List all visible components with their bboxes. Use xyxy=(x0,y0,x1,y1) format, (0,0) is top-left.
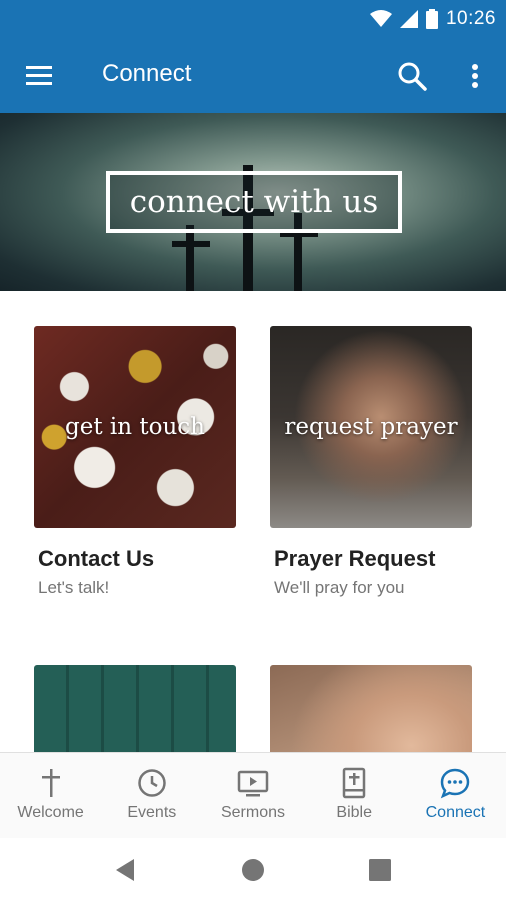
card-tile[interactable] xyxy=(270,665,472,752)
prayer-request-card[interactable]: request prayer Prayer Request We'll pray… xyxy=(270,326,480,606)
card-image xyxy=(270,665,472,752)
status-icons: 10:26 xyxy=(369,7,496,31)
nav-label: Bible xyxy=(336,804,372,821)
clock-icon xyxy=(138,769,166,797)
nav-item-connect[interactable]: Connect xyxy=(405,753,506,838)
nav-label: Sermons xyxy=(220,804,286,821)
page-title: Connect xyxy=(102,60,192,87)
card-image: request prayer xyxy=(270,326,472,528)
screen: 10:26 Connect connect with us get in tou… xyxy=(0,0,506,900)
video-icon xyxy=(237,770,269,797)
status-bar: 10:26 xyxy=(0,0,506,38)
card-image-text: request prayer xyxy=(284,414,458,440)
nav-label: Connect xyxy=(425,804,486,821)
chat-icon xyxy=(441,768,470,799)
status-time: 10:26 xyxy=(445,8,496,29)
home-icon[interactable] xyxy=(239,856,267,884)
nav-label: Events xyxy=(127,804,177,821)
bible-icon xyxy=(342,767,366,799)
card-image-text: get in touch xyxy=(65,414,205,440)
card-image xyxy=(34,665,236,752)
nav-label: Welcome xyxy=(17,804,84,821)
system-navigation-bar xyxy=(0,838,506,900)
contact-us-card[interactable]: get in touch Contact Us Let's talk! xyxy=(34,326,244,606)
more-vert-icon xyxy=(472,64,478,88)
recents-icon[interactable] xyxy=(366,856,394,884)
hamburger-icon xyxy=(26,66,52,85)
hero-banner-frame: connect with us xyxy=(106,171,402,233)
wifi-icon xyxy=(369,10,392,27)
card-subtitle: We'll pray for you xyxy=(274,578,405,597)
hero-title: connect with us xyxy=(129,184,379,220)
card-subtitle: Let's talk! xyxy=(38,578,110,597)
hero-banner: connect with us xyxy=(0,113,506,291)
bottom-navigation: Welcome Events Sermons Bible Connect xyxy=(0,752,506,838)
battery-icon xyxy=(425,9,438,29)
cross-icon xyxy=(41,769,60,797)
signal-icon xyxy=(399,10,418,28)
card-image: get in touch xyxy=(34,326,236,528)
nav-item-welcome[interactable]: Welcome xyxy=(0,753,101,838)
card-title: Contact Us xyxy=(38,546,155,571)
back-icon[interactable] xyxy=(112,856,140,884)
card-title: Prayer Request xyxy=(274,546,436,571)
search-button[interactable] xyxy=(396,60,428,92)
card-tile[interactable] xyxy=(34,665,236,752)
menu-button[interactable] xyxy=(24,62,56,90)
more-options-button[interactable] xyxy=(462,60,488,92)
app-bar: Connect xyxy=(0,38,506,113)
nav-item-sermons[interactable]: Sermons xyxy=(202,753,303,838)
nav-item-bible[interactable]: Bible xyxy=(304,753,405,838)
nav-item-events[interactable]: Events xyxy=(101,753,202,838)
search-icon xyxy=(398,62,427,91)
